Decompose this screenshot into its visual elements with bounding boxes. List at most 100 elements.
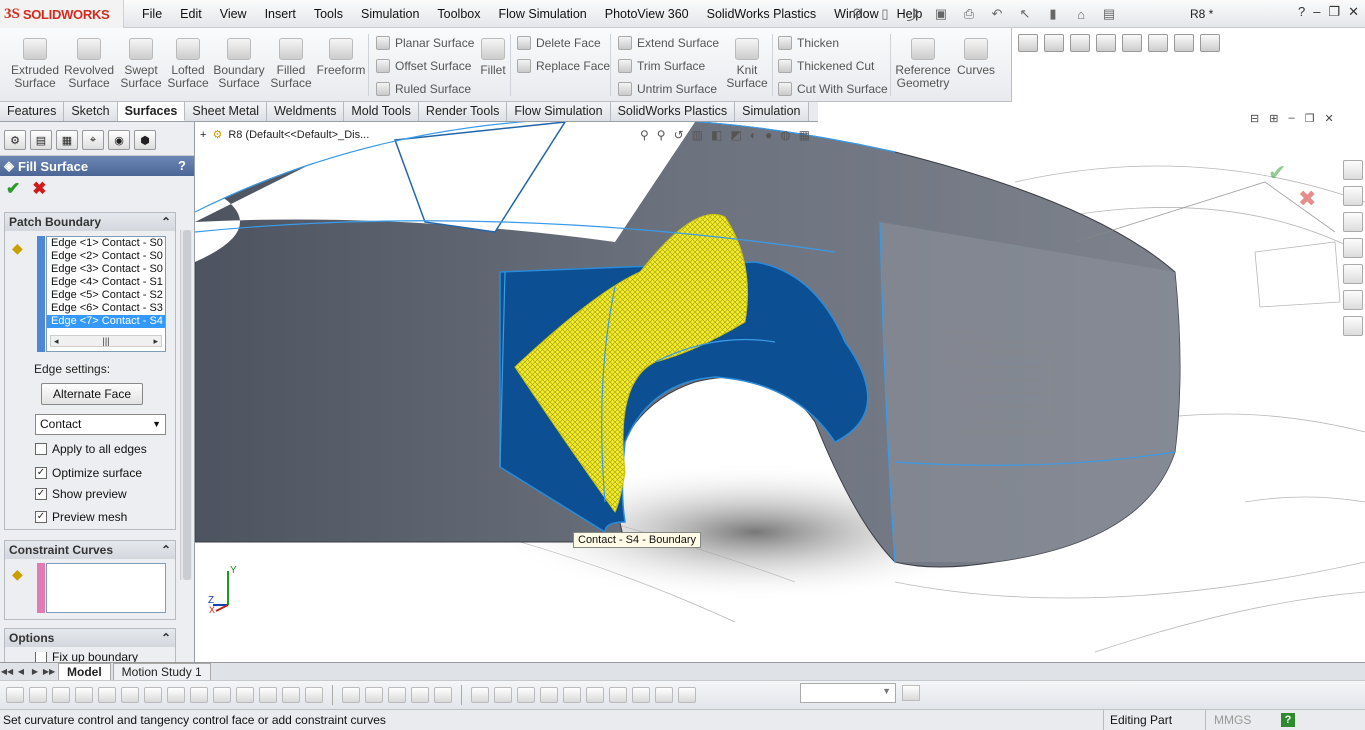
tab-weldments[interactable]: Weldments bbox=[267, 102, 345, 121]
planar-surface-button[interactable]: Planar Surface bbox=[376, 33, 474, 53]
design-library-icon[interactable] bbox=[1343, 212, 1363, 232]
checkbox-box[interactable] bbox=[35, 443, 47, 455]
pin-icon[interactable]: ⚲ bbox=[845, 4, 869, 24]
tab-surfaces[interactable]: Surfaces bbox=[117, 102, 186, 121]
print-icon[interactable]: ⎙ bbox=[957, 4, 981, 24]
minimize-view-icon[interactable]: – bbox=[1288, 112, 1294, 125]
fix-boundary-checkbox[interactable]: Fix up boundary bbox=[35, 652, 138, 662]
edge-list-item-selected[interactable]: Edge <7> Contact - S4 bbox=[47, 315, 165, 328]
table-sort-icon[interactable] bbox=[609, 687, 627, 703]
hierarchy-icon[interactable] bbox=[1070, 34, 1090, 52]
statistics-icon[interactable] bbox=[144, 687, 162, 703]
menu-insert[interactable]: Insert bbox=[256, 7, 305, 21]
rebuild-icon[interactable]: ▮ bbox=[1041, 4, 1065, 24]
close-icon[interactable]: ✕ bbox=[1348, 4, 1359, 20]
panel-scrollbar[interactable] bbox=[180, 230, 192, 580]
revolved-surface-button[interactable]: Revolved Surface bbox=[62, 32, 116, 90]
section-view-icon[interactable]: ▥ bbox=[692, 128, 703, 142]
menu-file[interactable]: File bbox=[133, 7, 171, 21]
tab-model[interactable]: Model bbox=[58, 663, 111, 680]
table-col-icon[interactable] bbox=[517, 687, 535, 703]
table-insert-icon[interactable] bbox=[471, 687, 489, 703]
configuration-combo[interactable]: ▼ bbox=[800, 683, 896, 703]
dimxpert-icon[interactable]: ⌖ bbox=[82, 130, 104, 150]
view-settings-icon[interactable]: ▦ bbox=[799, 128, 810, 142]
configuration-manager-icon[interactable]: ▦ bbox=[56, 130, 78, 150]
patch-boundary-header[interactable]: Patch Boundary ⌃ bbox=[5, 213, 175, 231]
apply-all-edges-checkbox[interactable]: Apply to all edges bbox=[35, 442, 147, 456]
minimize-icon[interactable]: – bbox=[1313, 4, 1320, 20]
symmetry-icon[interactable] bbox=[259, 687, 277, 703]
property-manager-icon[interactable]: ▤ bbox=[30, 130, 52, 150]
mass-properties-icon[interactable] bbox=[75, 687, 93, 703]
edit-icon[interactable] bbox=[1096, 34, 1116, 52]
continuity-select[interactable]: Contact ▼ bbox=[35, 414, 166, 435]
lofted-surface-button[interactable]: Lofted Surface bbox=[161, 32, 215, 90]
tab-render-tools[interactable]: Render Tools bbox=[418, 102, 508, 121]
edge-list-item[interactable]: Edge <6> Contact - S3 bbox=[47, 302, 165, 315]
resources-icon[interactable] bbox=[1343, 160, 1363, 180]
custom-properties-icon[interactable] bbox=[1343, 316, 1363, 336]
cut-with-surface-button[interactable]: Cut With Surface bbox=[778, 79, 888, 99]
geometry-analysis-icon[interactable] bbox=[305, 687, 323, 703]
equations-icon[interactable] bbox=[190, 687, 208, 703]
checkbox-box-checked[interactable]: ✓ bbox=[35, 511, 47, 523]
ok-button[interactable]: ✔ bbox=[6, 179, 20, 199]
table-export-icon[interactable] bbox=[655, 687, 673, 703]
hide-show-icon[interactable]: ◐ bbox=[750, 128, 757, 142]
curvature-icon[interactable] bbox=[213, 687, 231, 703]
edge-list-item[interactable]: Edge <1> Contact - S0 bbox=[47, 237, 165, 250]
table-row-icon[interactable] bbox=[494, 687, 512, 703]
table-format-icon[interactable] bbox=[586, 687, 604, 703]
home-icon[interactable] bbox=[1343, 186, 1363, 206]
thicken-button[interactable]: Thicken bbox=[778, 33, 839, 53]
spell-check-icon[interactable] bbox=[6, 687, 24, 703]
split-horizontal-icon[interactable]: ⊟ bbox=[1250, 112, 1259, 125]
file-explorer-icon[interactable] bbox=[1343, 238, 1363, 258]
scroll-left-icon[interactable]: ◂ bbox=[54, 336, 59, 347]
edge-list-item[interactable]: Edge <3> Contact - S0 bbox=[47, 263, 165, 276]
feature-tree-flyout[interactable]: + ⚙ R8 (Default<<Default>_Dis... bbox=[200, 128, 369, 142]
tab-sketch[interactable]: Sketch bbox=[64, 102, 118, 121]
optimize-surface-checkbox[interactable]: ✓ Optimize surface bbox=[35, 466, 142, 480]
assembly-icon[interactable] bbox=[1174, 34, 1194, 52]
knit-surface-button[interactable]: Knit Surface bbox=[722, 32, 772, 90]
open-icon[interactable]: ⤴ bbox=[901, 4, 925, 24]
previous-view-icon[interactable]: ↺ bbox=[674, 128, 684, 142]
grid-icon[interactable] bbox=[1200, 34, 1220, 52]
delete-face-button[interactable]: Delete Face bbox=[517, 33, 601, 53]
checkbox-box-checked[interactable]: ✓ bbox=[35, 467, 47, 479]
boundary-surface-button[interactable]: Boundary Surface bbox=[212, 32, 266, 90]
display-style-icon[interactable]: ◩ bbox=[730, 128, 741, 142]
constraint-curves-header[interactable]: Constraint Curves ⌃ bbox=[5, 541, 175, 559]
scroll-right-icon[interactable]: ▸ bbox=[153, 336, 158, 347]
unit-system[interactable]: MMGS bbox=[1205, 710, 1277, 730]
status-help-icon[interactable]: ? bbox=[1281, 713, 1295, 727]
untrim-surface-button[interactable]: Untrim Surface bbox=[618, 79, 717, 99]
menu-plastics[interactable]: SolidWorks Plastics bbox=[698, 7, 826, 21]
extend-surface-button[interactable]: Extend Surface bbox=[618, 33, 719, 53]
macro-stop-icon[interactable] bbox=[365, 687, 383, 703]
restore-icon[interactable]: ❐ bbox=[1328, 4, 1340, 20]
file-properties-icon[interactable]: ⌂ bbox=[1069, 4, 1093, 24]
feature-manager-icon[interactable]: ⚙ bbox=[4, 130, 26, 150]
measure-icon[interactable] bbox=[52, 687, 70, 703]
tab-simulation[interactable]: Simulation bbox=[735, 102, 809, 121]
macro-edit-icon[interactable] bbox=[434, 687, 452, 703]
edge-list-item[interactable]: Edge <4> Contact - S1 bbox=[47, 276, 165, 289]
reference-geometry-button[interactable]: Reference Geometry bbox=[894, 32, 952, 90]
menu-simulation[interactable]: Simulation bbox=[352, 7, 428, 21]
next-tab-icon[interactable]: ▶ bbox=[28, 665, 42, 679]
zoom-to-fit-icon[interactable]: ⚲ bbox=[640, 128, 649, 142]
show-preview-checkbox[interactable]: ✓ Show preview bbox=[35, 487, 127, 501]
options-header[interactable]: Options ⌃ bbox=[5, 629, 175, 647]
last-tab-icon[interactable]: ▶▶ bbox=[42, 665, 56, 679]
help-icon[interactable]: ? bbox=[1298, 4, 1305, 20]
appearance-icon[interactable]: ⬢ bbox=[134, 130, 156, 150]
first-tab-icon[interactable]: ◀◀ bbox=[0, 665, 14, 679]
table-filter-icon[interactable] bbox=[632, 687, 650, 703]
appearances-icon[interactable] bbox=[1343, 290, 1363, 310]
table-props-icon[interactable] bbox=[678, 687, 696, 703]
edge-list-item[interactable]: Edge <5> Contact - S2 bbox=[47, 289, 165, 302]
display-manager-icon[interactable]: ◉ bbox=[108, 130, 130, 150]
